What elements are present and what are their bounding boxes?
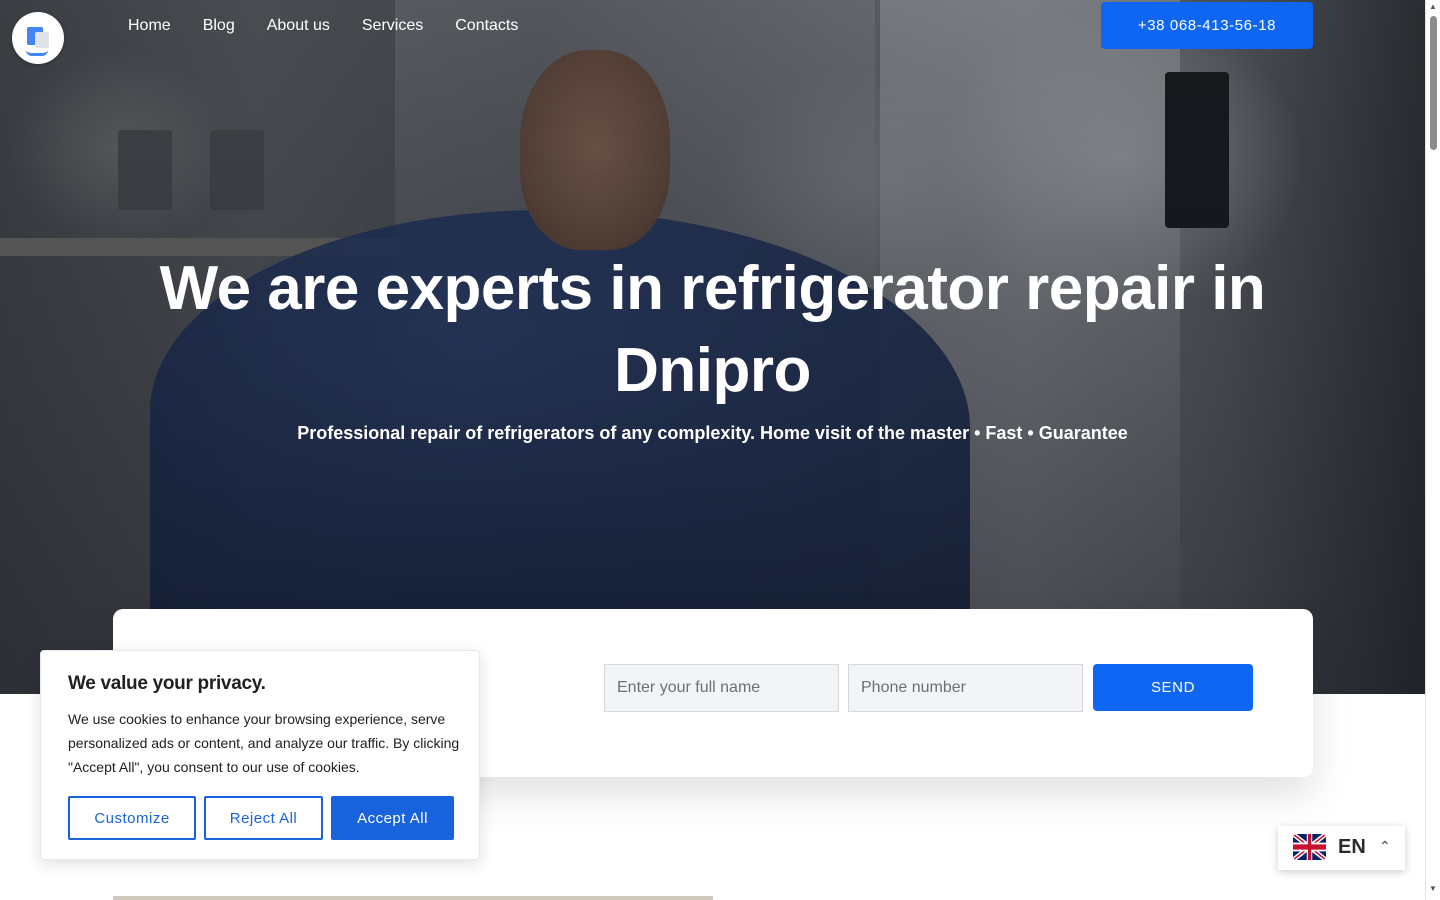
nav-contacts[interactable]: Contacts bbox=[455, 14, 518, 38]
chevron-up-icon: ⌃ bbox=[1379, 838, 1391, 854]
logo-shape bbox=[26, 50, 48, 56]
scrollbar-thumb[interactable] bbox=[1430, 16, 1437, 150]
cookie-title: We value your privacy. bbox=[68, 673, 266, 694]
send-button[interactable]: SEND bbox=[1093, 664, 1253, 711]
nav-services[interactable]: Services bbox=[362, 14, 423, 38]
cookie-text: We use cookies to enhance your browsing … bbox=[68, 711, 460, 775]
hero-title: We are experts in refrigerator repair in… bbox=[159, 254, 1266, 405]
main-nav: Home Blog About us Services Contacts bbox=[128, 14, 518, 38]
nav-about-us[interactable]: About us bbox=[267, 14, 330, 38]
language-switcher[interactable]: EN ⌃ bbox=[1278, 826, 1405, 870]
full-name-input[interactable] bbox=[604, 664, 839, 712]
phone-button[interactable]: +38 068-413-56-18 bbox=[1101, 2, 1313, 49]
translate-logo-icon[interactable] bbox=[12, 12, 64, 64]
cookie-banner: We value your privacy. We use cookies to… bbox=[40, 650, 480, 860]
phone-number-input[interactable] bbox=[848, 664, 1083, 712]
nav-blog[interactable]: Blog bbox=[203, 14, 235, 38]
section-image-edge bbox=[113, 896, 713, 900]
scroll-up-arrow-icon[interactable]: ▲ bbox=[1429, 2, 1437, 11]
language-code: EN bbox=[1338, 836, 1366, 858]
accept-all-button[interactable]: Accept All bbox=[331, 796, 454, 840]
scroll-down-arrow-icon[interactable]: ▼ bbox=[1429, 884, 1437, 893]
customize-button[interactable]: Customize bbox=[68, 796, 196, 840]
uk-flag-icon bbox=[1293, 834, 1326, 860]
hero-subtitle: Professional repair of refrigerators of … bbox=[297, 423, 1128, 443]
logo-shape bbox=[35, 32, 49, 48]
page: Home Blog About us Services Contacts +38… bbox=[0, 0, 1440, 900]
nav-home[interactable]: Home bbox=[128, 14, 171, 38]
page-scrollbar[interactable]: ▲ ▼ bbox=[1425, 0, 1440, 900]
reject-all-button[interactable]: Reject All bbox=[204, 796, 323, 840]
